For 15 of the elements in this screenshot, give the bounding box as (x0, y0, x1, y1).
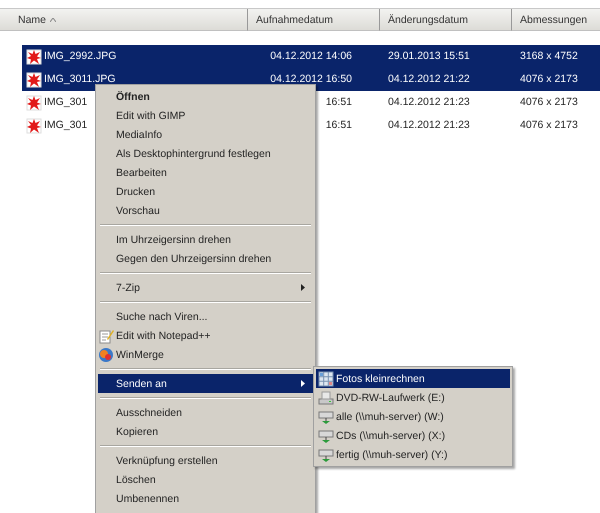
dimensions-cell-text: 4076 x 2173 (519, 95, 579, 110)
file-name: IMG_301 (44, 118, 88, 133)
file-name: IMG_2992.JPG (44, 49, 116, 64)
date-taken-cell-text: 16:51 (324, 95, 353, 110)
date-modified-cell: 29.01.2013 15:51 (380, 45, 512, 68)
date-modified-cell: 04.12.2012 21:22 (380, 68, 512, 91)
file-name: IMG_3011.JPG (44, 72, 116, 87)
date-modified-cell-text: 04.12.2012 21:23 (387, 118, 471, 133)
file-name: IMG_301 (44, 95, 88, 110)
dimensions-cell: 4076 x 2173 (512, 68, 600, 91)
date-taken-cell: 04.12.2012 14:06 (248, 45, 380, 68)
date-modified-cell-text: 04.12.2012 21:23 (387, 95, 471, 110)
dimensions-cell-text: 4076 x 2173 (519, 118, 579, 133)
dimensions-cell: 3168 x 4752 (512, 45, 600, 68)
date-taken-cell-text: 16:51 (324, 118, 353, 133)
